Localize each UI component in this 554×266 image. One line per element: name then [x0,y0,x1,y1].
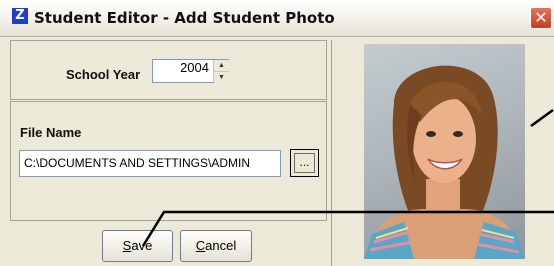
school-year-spinner[interactable]: 2004 ▲ ▼ [152,59,229,83]
student-photo [364,44,525,259]
cancel-button[interactable]: Cancel [180,230,252,262]
save-button[interactable]: Save [102,230,173,262]
school-year-value[interactable]: 2004 [153,60,213,82]
close-icon: ✕ [534,8,548,27]
spin-up-icon[interactable]: ▲ [214,60,229,71]
browse-button[interactable]: ... [290,149,319,177]
file-path-input[interactable]: C:\DOCUMENTS AND SETTINGS\ADMIN [19,150,281,177]
cancel-label-rest: ancel [205,238,237,253]
student-editor-window: Z Student Editor - Add Student Photo ✕ S… [0,0,554,266]
save-label-rest: ave [131,238,153,253]
spinner-buttons: ▲ ▼ [213,60,229,83]
app-logo-icon: Z [12,8,28,24]
window-title: Student Editor - Add Student Photo [34,9,335,27]
file-name-label: File Name [20,125,82,140]
browse-button-label: ... [294,153,315,173]
title-bar[interactable]: Z Student Editor - Add Student Photo ✕ [0,0,554,37]
student-photo-illustration [364,65,525,259]
cancel-accelerator: C [195,238,206,253]
spin-down-icon[interactable]: ▼ [214,71,229,83]
close-button[interactable]: ✕ [530,7,552,29]
school-year-label: School Year [66,67,141,82]
